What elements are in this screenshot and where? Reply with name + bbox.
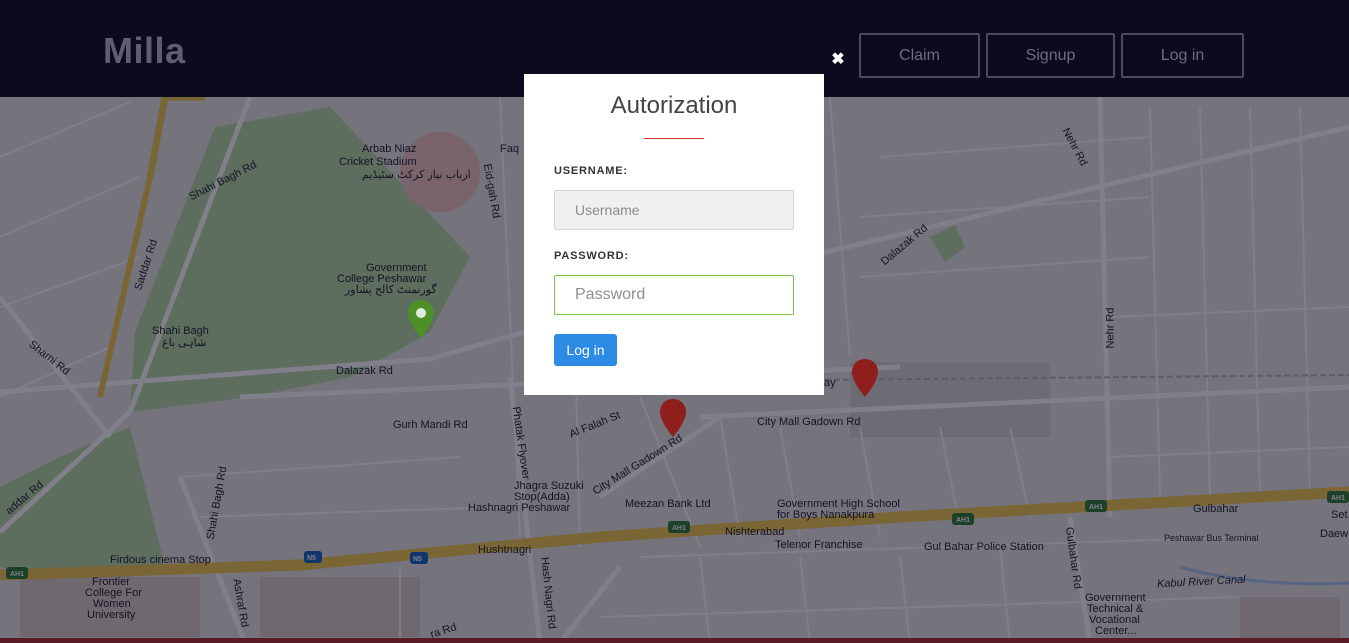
claim-button[interactable]: Claim — [859, 33, 980, 78]
map-label-city-mall-gadown-rd: City Mall Gadown Rd — [757, 416, 861, 428]
map-label-meezan-bank: Meezan Bank Ltd — [625, 498, 711, 510]
map-label-set: Set — [1331, 509, 1348, 521]
route-badge: AH1 — [1331, 495, 1346, 502]
map-label-nishterabad: Nishterabad — [725, 526, 785, 538]
map-label-shahi-bagh: Shahi Bagh — [152, 325, 209, 337]
map-label-daew: Daew — [1320, 528, 1349, 540]
route-badge: AH1 — [1089, 504, 1104, 511]
map-label-dalazak-rd: Dalazak Rd — [336, 365, 393, 377]
route-badge: N5 — [413, 556, 422, 563]
map-label-stadium: Arbab Niaz — [362, 143, 417, 155]
route-badge: AH1 — [956, 517, 971, 524]
password-label: PASSWORD: — [554, 250, 629, 262]
bottom-progress-strip — [0, 638, 1349, 643]
map-label-govt-high-school: for Boys Nanakpura — [777, 509, 875, 521]
route-badge: N5 — [307, 555, 316, 562]
site-logo[interactable]: Milla — [103, 30, 186, 72]
map-label-stadium: Cricket Stadium — [339, 156, 417, 168]
route-badge: AH1 — [672, 525, 687, 532]
map-marker-red-icon[interactable] — [659, 399, 687, 437]
username-label: USERNAME: — [554, 165, 628, 177]
login-modal: Autorization USERNAME: PASSWORD: Log in — [524, 74, 824, 395]
map-label-hashnagri-peshawar: Hashnagri Peshawar — [468, 502, 571, 514]
map-label-gulbahar: Gulbahar — [1193, 503, 1239, 515]
map-label-frontier-college: University — [87, 609, 136, 621]
map-label-telenor: Telenor Franchise — [775, 539, 863, 551]
signup-button[interactable]: Signup — [986, 33, 1115, 78]
map-label-faq: Faq — [500, 143, 519, 155]
login-submit-button[interactable]: Log in — [554, 334, 617, 366]
route-badge: AH1 — [10, 571, 25, 578]
map-label-nehr-rd: Nehr Rd — [1104, 307, 1117, 349]
map-label-govt-technical: Center... — [1095, 625, 1137, 637]
map-label-bus-terminal: Peshawar Bus Terminal — [1164, 533, 1259, 543]
map-label-shahi-bagh-urdu: شاہی باغ — [162, 337, 207, 349]
close-icon[interactable]: ✖ — [829, 50, 847, 70]
map-label-stadium-urdu: ارباب نیاز کرکٹ سٹیڈیم — [362, 169, 471, 181]
map-label-hushtnagri: Hushtnagri — [478, 544, 532, 556]
map-label-gurh-mandi-rd: Gurh Mandi Rd — [393, 419, 468, 431]
map-label-govt-college-urdu: گورنمنٹ کالج پشاور — [345, 284, 437, 296]
map-label-police-station: Gul Bahar Police Station — [924, 541, 1044, 553]
title-divider — [644, 138, 704, 139]
map-label-firdous-cinema: Firdous cinema Stop — [110, 554, 211, 566]
password-input[interactable] — [554, 275, 794, 315]
map-marker-red-icon[interactable] — [851, 359, 879, 397]
login-nav-button[interactable]: Log in — [1121, 33, 1244, 78]
modal-title: Autorization — [610, 92, 738, 119]
map-label-ay: ay — [824, 377, 836, 389]
map-marker-green-icon[interactable] — [407, 300, 435, 338]
username-input[interactable] — [554, 190, 794, 230]
